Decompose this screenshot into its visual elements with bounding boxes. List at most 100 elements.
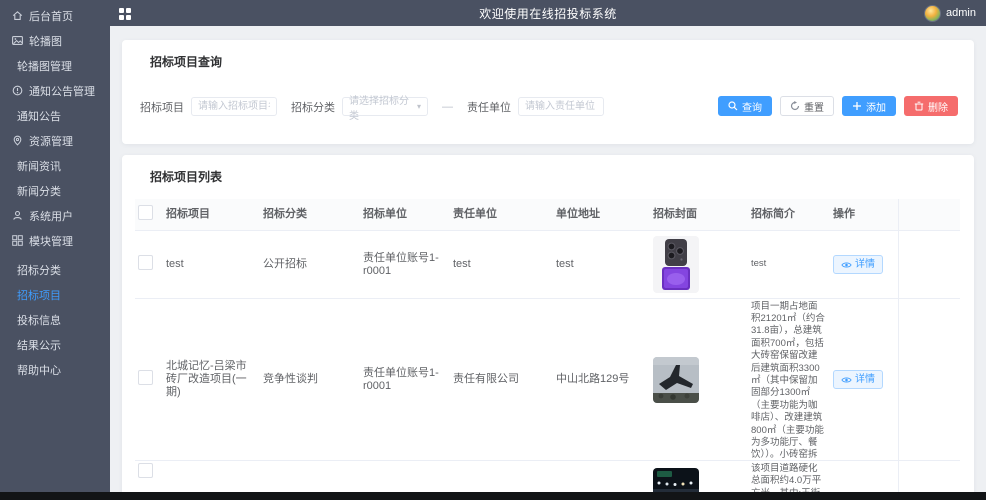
intro-text: 项目一期占地面积21201㎡（约合31.8亩），总建筑面积700㎡，包括大砖窑保… bbox=[751, 300, 825, 459]
sidebar-item-result-publicity[interactable]: 结果公示 bbox=[0, 332, 110, 357]
responsible-input[interactable] bbox=[518, 97, 604, 116]
sidebar-item-label: 轮播图管理 bbox=[17, 60, 72, 73]
cell-cover bbox=[650, 232, 748, 297]
location-pin-icon bbox=[12, 135, 23, 146]
cell-category bbox=[260, 461, 360, 467]
cell-responsible bbox=[450, 461, 553, 467]
user-menu[interactable]: admin bbox=[924, 0, 976, 26]
col-unit: 招标单位 bbox=[363, 208, 407, 220]
user-icon bbox=[12, 210, 23, 221]
fixed-column-divider bbox=[898, 231, 960, 298]
purple-smartphone-photo bbox=[653, 236, 699, 293]
sidebar-item-label: 帮助中心 bbox=[17, 364, 61, 377]
detail-button[interactable]: 详情 bbox=[833, 370, 883, 389]
list-panel: 招标项目列表 招标项目 招标分类 招标单位 责任单位 单位地址 招标封面 招标简… bbox=[122, 155, 974, 492]
username: admin bbox=[946, 7, 976, 19]
cell-address: 中山北路129号 bbox=[556, 373, 630, 385]
sidebar-item-system-users[interactable]: 系统用户 bbox=[0, 203, 110, 228]
search-button-label: 查询 bbox=[742, 102, 762, 114]
sidebar-item-news[interactable]: 新闻资讯 bbox=[0, 153, 110, 178]
cell-responsible: test bbox=[453, 258, 471, 270]
search-button[interactable]: 查询 bbox=[718, 96, 772, 116]
sidebar-item-label: 资源管理 bbox=[29, 135, 73, 148]
cell-action: 详情 bbox=[830, 251, 898, 278]
sidebar-item-label: 后台首页 bbox=[29, 10, 73, 23]
sidebar-item-label: 轮播图 bbox=[29, 35, 62, 48]
main-content: 招标项目 查询 招标项目 招标分类 请选择招标分类 ▾ — 责任单位 bbox=[110, 26, 986, 492]
cell-project bbox=[163, 461, 260, 467]
sidebar-item-bid-info[interactable]: 投标信息 bbox=[0, 307, 110, 332]
sidebar-item-label: 新闻分类 bbox=[17, 185, 61, 198]
cell-cover bbox=[650, 353, 748, 407]
cell-intro: 项目一期占地面积21201㎡（约合31.8亩），总建筑面积700㎡，包括大砖窑保… bbox=[748, 299, 830, 460]
sidebar-item-module-manage[interactable]: 模块管理 bbox=[0, 228, 110, 253]
cell-cover bbox=[650, 461, 748, 492]
sidebar-item-notice[interactable]: 通知公告 bbox=[0, 103, 110, 128]
field-project: 招标项目 bbox=[140, 97, 277, 116]
night-road-photo bbox=[653, 468, 699, 492]
row-checkbox[interactable] bbox=[138, 370, 153, 385]
search-icon bbox=[728, 101, 738, 111]
sidebar-item-bid-project[interactable]: 招标项目 bbox=[0, 282, 110, 307]
sidebar-item-label: 招标分类 bbox=[17, 264, 61, 277]
field-category-label: 招标分类 bbox=[291, 101, 335, 114]
category-select[interactable]: 请选择招标分类 ▾ bbox=[342, 96, 428, 122]
table-row: 北城记忆-吕梁市砖厂改造项目(一期) 竞争性谈判 责任单位账号1-r0001 责… bbox=[135, 299, 960, 461]
row-checkbox[interactable] bbox=[138, 463, 153, 478]
fighter-jet-photo bbox=[653, 356, 699, 403]
sidebar-item-carousel-manage[interactable]: 轮播图管理 bbox=[0, 53, 110, 78]
sidebar-item-resource-manage[interactable]: 资源管理 bbox=[0, 128, 110, 153]
col-category: 招标分类 bbox=[263, 208, 307, 220]
eye-icon bbox=[841, 376, 852, 383]
table-row: test 公开招标 责任单位账号1-r0001 test test test 详… bbox=[135, 231, 960, 299]
cell-address: test bbox=[556, 258, 574, 270]
add-button[interactable]: 添加 bbox=[842, 96, 896, 116]
avatar[interactable] bbox=[924, 4, 942, 22]
cell-address bbox=[553, 461, 650, 467]
plus-icon bbox=[852, 101, 862, 111]
fixed-column-divider bbox=[898, 299, 960, 460]
sidebar-item-label: 通知公告 bbox=[17, 110, 61, 123]
chevron-down-icon: ▾ bbox=[416, 101, 421, 111]
sidebar-item-bid-category[interactable]: 招标分类 bbox=[0, 257, 110, 282]
cell-category: 公开招标 bbox=[263, 258, 307, 270]
reset-button-label: 重置 bbox=[804, 102, 824, 114]
row-select-cell bbox=[135, 366, 163, 393]
fixed-column-divider bbox=[898, 199, 960, 230]
category-select-placeholder: 请选择招标分类 bbox=[349, 95, 409, 122]
row-checkbox[interactable] bbox=[138, 255, 153, 270]
query-form: 招标项目 招标分类 请选择招标分类 ▾ — 责任单位 bbox=[140, 96, 618, 122]
cell-project: 北城记忆-吕梁市砖厂改造项目(一期) bbox=[166, 360, 247, 398]
col-project: 招标项目 bbox=[166, 208, 210, 220]
sidebar-item-label: 投标信息 bbox=[17, 314, 61, 327]
sidebar-item-label: 模块管理 bbox=[29, 235, 73, 248]
fixed-column-divider bbox=[898, 461, 960, 492]
sidebar-item-label: 新闻资讯 bbox=[17, 160, 61, 173]
sidebar-item-carousel[interactable]: 轮播图 bbox=[0, 28, 110, 53]
notice-icon bbox=[12, 85, 23, 96]
trash-icon bbox=[914, 101, 924, 111]
sidebar-item-label: 结果公示 bbox=[17, 339, 61, 352]
detail-button-label: 详情 bbox=[855, 374, 875, 385]
home-icon bbox=[12, 10, 23, 21]
top-header: 欢迎使用在线招投标系统 admin bbox=[110, 0, 986, 26]
add-button-label: 添加 bbox=[866, 102, 886, 114]
col-responsible: 责任单位 bbox=[453, 208, 497, 220]
cell-intro: test bbox=[751, 258, 767, 270]
delete-button[interactable]: 删除 bbox=[904, 96, 958, 116]
select-all-checkbox[interactable] bbox=[138, 205, 153, 220]
sidebar-item-dashboard[interactable]: 后台首页 bbox=[0, 3, 110, 28]
bottom-black-strip bbox=[0, 492, 986, 500]
detail-button-label: 详情 bbox=[855, 259, 875, 270]
cell-responsible: 责任有限公司 bbox=[453, 373, 519, 385]
detail-button[interactable]: 详情 bbox=[833, 255, 883, 274]
sidebar-item-notice-manage[interactable]: 通知公告管理 bbox=[0, 78, 110, 103]
project-input[interactable] bbox=[191, 97, 277, 116]
sidebar-item-help-center[interactable]: 帮助中心 bbox=[0, 357, 110, 382]
intro-text: 该项目道路硬化总面积约4.0万平方米。其中:王街村道路硬化面积约7613.5平方… bbox=[751, 463, 822, 492]
field-category: 招标分类 请选择招标分类 ▾ bbox=[291, 96, 428, 122]
range-separator: — bbox=[442, 100, 453, 113]
sidebar-item-news-category[interactable]: 新闻分类 bbox=[0, 178, 110, 203]
reset-button[interactable]: 重置 bbox=[780, 96, 834, 116]
cell-intro: 该项目道路硬化总面积约4.0万平方米。其中:王街村道路硬化面积约7613.5平方… bbox=[748, 461, 830, 492]
